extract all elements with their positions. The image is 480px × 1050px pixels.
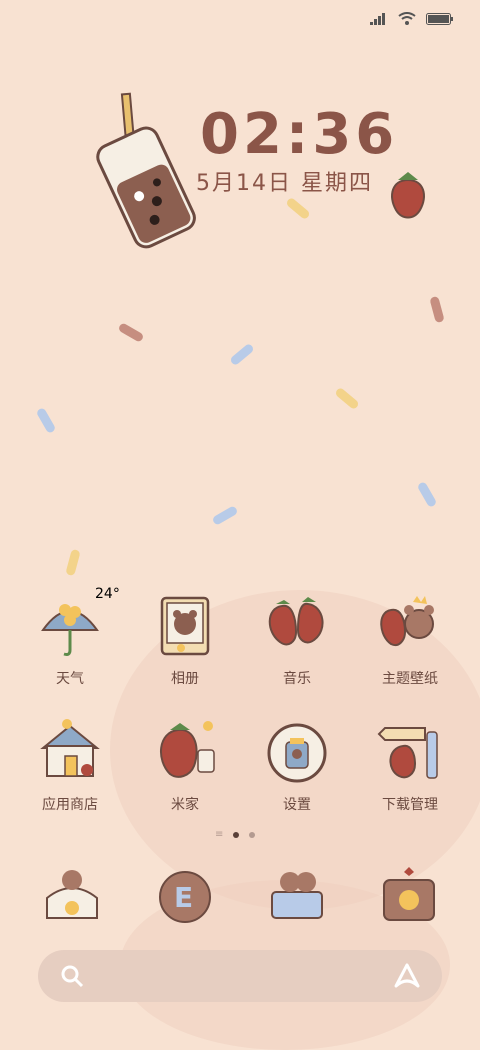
app-weather[interactable]: 天气	[20, 592, 120, 688]
sprinkle	[229, 342, 255, 367]
house-icon	[40, 719, 100, 777]
app-label: 下载管理	[382, 797, 438, 813]
app-label: 应用商店	[42, 797, 98, 813]
letter-e-icon: E	[159, 871, 211, 923]
dock-camera[interactable]	[374, 862, 444, 932]
bubble-tea-illustration	[96, 92, 196, 249]
camera-icon	[383, 867, 435, 921]
sign-strawberry-icon	[377, 727, 438, 779]
app-label: 天气	[56, 671, 84, 687]
status-bar	[0, 0, 480, 40]
sprinkle	[117, 322, 145, 343]
sprinkle	[416, 480, 438, 509]
assistant-icon[interactable]	[392, 962, 422, 990]
dock-phone[interactable]	[37, 862, 107, 932]
umbrella-icon	[41, 604, 99, 656]
app-settings[interactable]: 设置	[247, 718, 347, 814]
clock-time: 02:36	[200, 102, 399, 167]
sprinkle	[211, 505, 239, 526]
weather-temp: 24°	[95, 586, 120, 602]
app-label: 音乐	[283, 671, 311, 687]
app-label: 相册	[171, 671, 199, 687]
phone-bear-icon	[46, 870, 98, 919]
sprinkle	[334, 386, 360, 411]
page-dot	[249, 831, 256, 838]
wifi-icon	[398, 12, 416, 25]
sprinkle	[35, 406, 57, 435]
strawberry-jar-icon	[159, 721, 215, 778]
page-dot-active	[233, 831, 240, 838]
sprinkle	[285, 196, 311, 221]
app-themes[interactable]: 主题壁纸	[360, 592, 460, 688]
app-gallery[interactable]: 相册	[135, 592, 235, 688]
app-label: 主题壁纸	[382, 671, 438, 687]
app-app-store[interactable]: 应用商店	[20, 718, 120, 814]
strawberry-icon	[268, 597, 324, 646]
battery-icon	[426, 12, 453, 25]
svg-text:E: E	[174, 881, 193, 914]
app-downloads[interactable]: 下载管理	[360, 718, 460, 814]
bear-message-icon	[271, 872, 323, 919]
search-icon[interactable]	[60, 964, 84, 988]
page-dot-list-icon: ≡	[215, 829, 224, 840]
search-bar[interactable]	[38, 950, 442, 1002]
bear-photo-icon	[160, 596, 210, 656]
signal-icon	[370, 12, 385, 25]
app-music[interactable]: 音乐	[247, 592, 347, 688]
app-label: 设置	[283, 797, 311, 813]
bear-strawberry-icon	[380, 596, 434, 646]
page-indicator[interactable]: ≡	[215, 829, 256, 840]
strawberry-decoration-icon	[391, 172, 425, 219]
app-label: 米家	[171, 797, 199, 813]
jar-plate-icon	[267, 723, 327, 783]
app-mi-home[interactable]: 米家	[135, 718, 235, 814]
dock-browser[interactable]: E	[150, 862, 220, 932]
sprinkle	[429, 295, 445, 324]
sprinkle	[65, 548, 81, 577]
clock-date: 5月14日 星期四	[196, 171, 373, 196]
dock-messages[interactable]	[262, 862, 332, 932]
